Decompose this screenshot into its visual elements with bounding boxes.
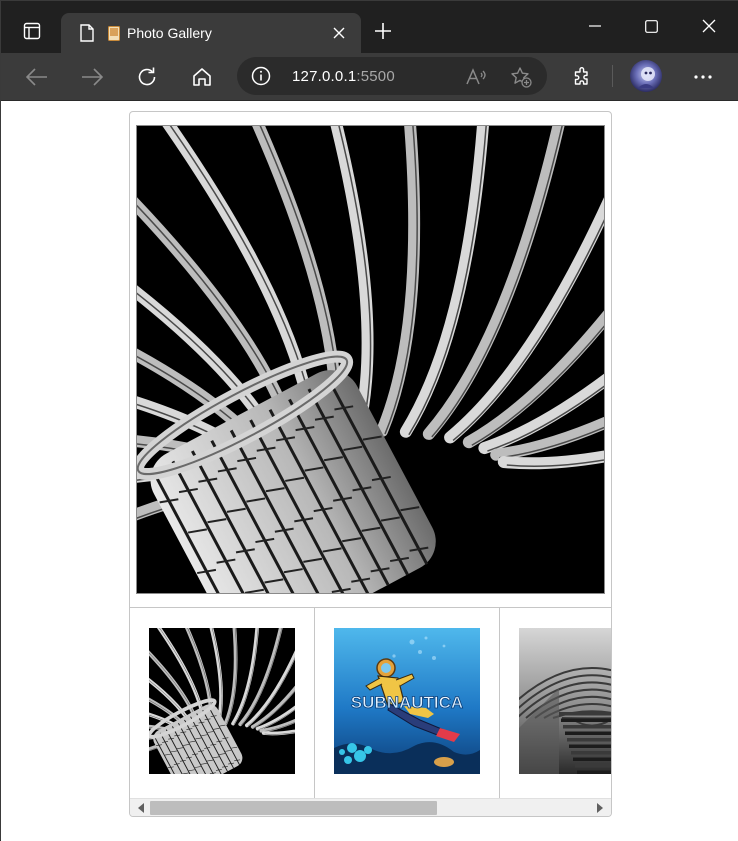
tab-actions-icon[interactable]	[15, 15, 49, 47]
stair-step	[559, 712, 612, 716]
url-text[interactable]: 127.0.0.1:5500	[292, 68, 395, 85]
photo-favicon	[107, 25, 121, 41]
browser-window: Photo Gallery	[0, 0, 738, 840]
close-icon[interactable]	[329, 23, 349, 43]
back-icon[interactable]	[21, 61, 53, 93]
info-icon[interactable]	[251, 66, 271, 86]
page-icon	[77, 23, 97, 43]
forward-icon[interactable]	[76, 61, 108, 93]
url-port: :5500	[356, 68, 395, 85]
new-tab-icon[interactable]	[369, 17, 397, 45]
browser-toolbar: 127.0.0.1:5500	[1, 53, 738, 101]
address-bar[interactable]: 127.0.0.1:5500	[237, 57, 547, 95]
subnautica-logo: SUBNAUTICA	[351, 693, 463, 712]
toolbar-separator	[612, 65, 613, 87]
stair-step	[563, 725, 612, 729]
tab-strip: Photo Gallery	[1, 1, 738, 53]
thumbnail-cell[interactable]: SUBNAUTICA	[315, 608, 500, 798]
home-icon[interactable]	[186, 61, 218, 93]
window-close-icon[interactable]	[686, 9, 732, 43]
stair-step	[569, 745, 612, 749]
thumbnail-subnautica[interactable]: SUBNAUTICA	[334, 628, 480, 774]
scroll-right-icon[interactable]	[595, 803, 605, 813]
stair-step	[573, 758, 612, 762]
extensions-icon[interactable]	[566, 61, 598, 93]
scroll-left-icon[interactable]	[136, 803, 146, 813]
stair-step	[571, 751, 612, 755]
maximize-icon[interactable]	[628, 9, 674, 43]
thumbnail-cell[interactable]	[500, 608, 612, 798]
stair-step	[565, 732, 612, 736]
stair-step	[575, 764, 612, 768]
thumbnail-corridor[interactable]	[519, 628, 612, 774]
thumbnail-scrollbar[interactable]	[130, 798, 611, 816]
thumbnail-pipes[interactable]	[149, 628, 295, 774]
tab-title: Photo Gallery	[127, 25, 212, 41]
stair-step	[561, 719, 612, 723]
page-viewport: SUBNAUTICA	[1, 101, 738, 841]
thumbnail-cell[interactable]	[130, 608, 315, 798]
active-tab[interactable]: Photo Gallery	[61, 13, 361, 53]
profile-avatar[interactable]	[630, 60, 662, 92]
read-aloud-icon[interactable]	[465, 66, 487, 88]
scrollbar-thumb[interactable]	[150, 801, 437, 815]
refresh-icon[interactable]	[131, 61, 163, 93]
url-host: 127.0.0.1	[292, 68, 356, 85]
minimize-icon[interactable]	[572, 9, 618, 43]
main-photo	[136, 125, 605, 594]
stair-step	[567, 738, 612, 742]
more-icon[interactable]	[687, 61, 719, 93]
add-favorite-icon[interactable]	[509, 65, 533, 89]
stair-step	[577, 771, 612, 775]
photo-gallery: SUBNAUTICA	[129, 111, 612, 817]
